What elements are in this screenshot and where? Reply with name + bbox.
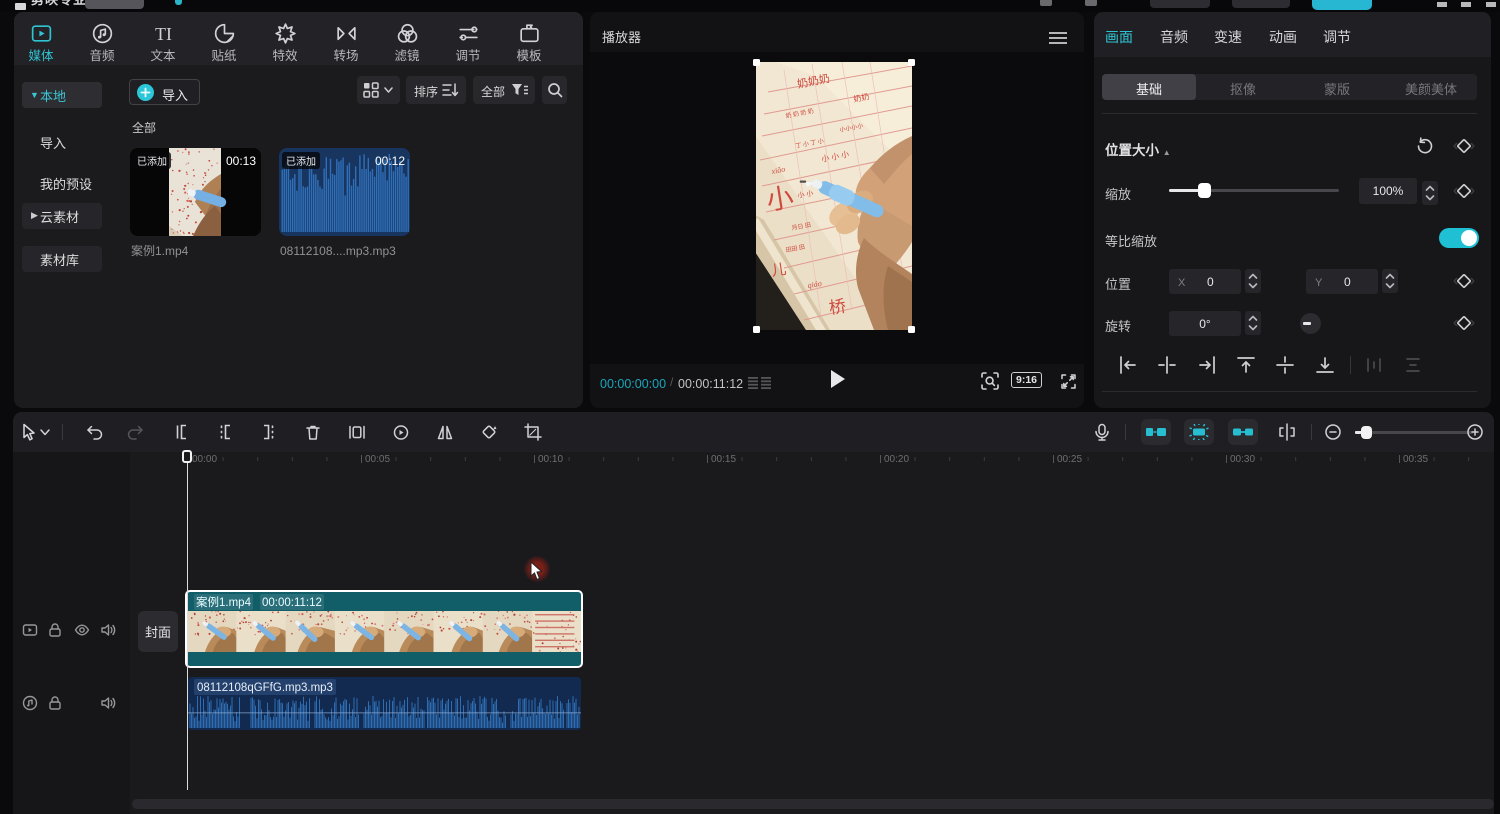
- svg-text:TI: TI: [155, 24, 172, 44]
- svg-text:qiáo: qiáo: [807, 278, 823, 291]
